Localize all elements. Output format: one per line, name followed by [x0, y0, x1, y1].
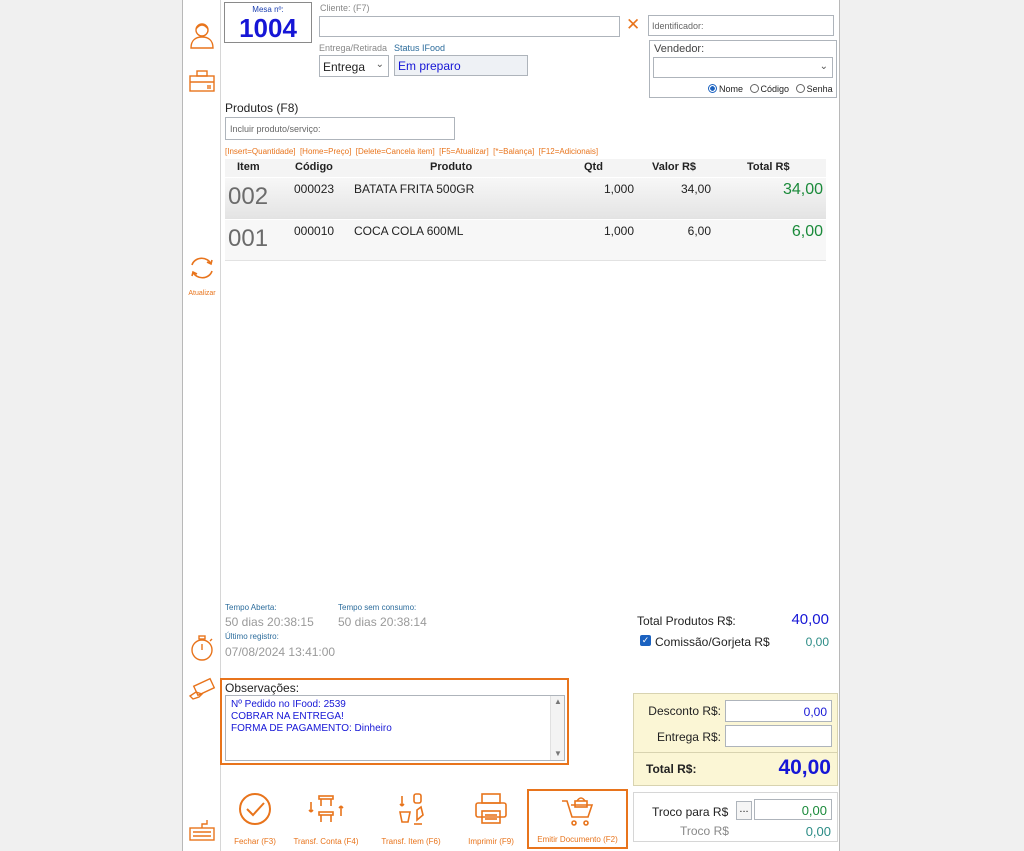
- header-item[interactable]: Item: [237, 161, 260, 173]
- table-row[interactable]: 002 000023 BATATA FRITA 500GR 1,000 34,0…: [225, 178, 826, 219]
- produto-search-placeholder: Incluir produto/serviço:: [230, 124, 321, 134]
- troco-label: Troco R$: [680, 824, 729, 838]
- row-codigo: 000010: [294, 224, 335, 238]
- status-ifood-value: Em preparo: [398, 59, 461, 73]
- customer-icon[interactable]: [187, 20, 217, 50]
- radio-off-icon: [749, 84, 759, 93]
- row-produto: BATATA FRITA 500GR: [354, 182, 475, 196]
- header-produto[interactable]: Produto: [430, 161, 472, 173]
- check-circle-icon: [239, 793, 271, 825]
- imprimir-button[interactable]: Imprimir (F9): [453, 786, 529, 846]
- row-valor: 34,00: [680, 182, 711, 196]
- refresh-label[interactable]: Atualizar: [183, 290, 221, 297]
- row-qtd: 1,000: [603, 224, 634, 238]
- mesa-box: Mesa nº: 1004: [224, 2, 312, 43]
- cash-register-icon[interactable]: [187, 66, 217, 96]
- cliente-label: Cliente: (F7): [320, 3, 370, 13]
- printer-icon: [475, 793, 507, 824]
- tempo-sem-consumo-label: Tempo sem consumo:: [338, 603, 417, 612]
- sidebar: Atualizar: [183, 0, 221, 851]
- comissao-label: Comissão/Gorjeta R$: [655, 635, 770, 649]
- header-total[interactable]: Total R$: [747, 161, 790, 173]
- radio-off-icon: [795, 84, 805, 93]
- cliente-input[interactable]: [319, 16, 620, 37]
- observacoes-scrollbar[interactable]: ▲ ▼: [550, 696, 564, 760]
- tempo-aberta-value: 50 dias 20:38:15: [225, 615, 314, 629]
- troco-para-label: Troco para R$: [652, 805, 729, 819]
- radio-senha[interactable]: Senha: [795, 84, 833, 94]
- header-qtd[interactable]: Qtd: [584, 161, 603, 173]
- mesa-number: 1004: [239, 13, 297, 43]
- entrega-label: Entrega R$:: [656, 730, 721, 744]
- scroll-down-icon[interactable]: ▼: [554, 749, 562, 758]
- scroll-up-icon[interactable]: ▲: [554, 697, 562, 706]
- tempo-sem-consumo-value: 50 dias 20:38:14: [338, 615, 427, 629]
- entrega-input[interactable]: [725, 725, 832, 747]
- entrega-retirada-label: Entrega/Retirada: [319, 43, 388, 53]
- total-produtos-value: 40,00: [791, 611, 829, 628]
- status-ifood-field: Em preparo: [394, 55, 528, 76]
- grid-header: Item Código Produto Qtd Valor R$ Total R…: [225, 159, 826, 177]
- chevron-down-icon: ⌄: [375, 59, 384, 70]
- stopwatch-icon[interactable]: [187, 633, 217, 663]
- row-total: 6,00: [791, 223, 823, 240]
- header-codigo[interactable]: Código: [295, 161, 333, 173]
- row-valor: 6,00: [687, 224, 711, 238]
- row-qtd: 1,000: [603, 182, 634, 196]
- vendedor-label: Vendedor:: [654, 43, 705, 55]
- troco-value: 0,00: [805, 824, 831, 839]
- table-transfer-icon: [308, 795, 344, 822]
- desconto-label: Desconto R$:: [648, 704, 721, 718]
- observacoes-textarea[interactable]: Nº Pedido no IFood: 2539 COBRAR NA ENTRE…: [225, 695, 565, 761]
- transf-item-button[interactable]: Transf. Item (F6): [373, 786, 449, 846]
- total-label: Total R$:: [646, 762, 697, 776]
- observacoes-label: Observações:: [225, 681, 300, 695]
- troco-para-button[interactable]: ...: [736, 801, 752, 820]
- payment-icon[interactable]: [187, 676, 217, 706]
- tempo-aberta-label: Tempo Aberta:: [225, 603, 277, 612]
- totals-panel: Desconto R$: 0,00 Entrega R$: Total R$: …: [633, 693, 838, 786]
- radio-codigo[interactable]: Código: [749, 84, 789, 94]
- chevron-down-icon: ⌄: [819, 61, 828, 72]
- row-item: 001: [228, 225, 269, 252]
- shortcuts-hint: [Insert=Quantidade] [Home=Preço] [Delete…: [225, 147, 599, 156]
- comissao-value: 0,00: [805, 635, 829, 649]
- radio-on-icon: [708, 84, 717, 93]
- row-total: 34,00: [782, 181, 823, 198]
- vendedor-select[interactable]: ⌄: [653, 57, 833, 78]
- divider: [634, 752, 837, 753]
- total-produtos-label: Total Produtos R$:: [637, 614, 736, 628]
- observacoes-box: Observações: Nº Pedido no IFood: 2539 CO…: [220, 678, 569, 765]
- refresh-icon[interactable]: [187, 253, 217, 283]
- comissao-checkbox[interactable]: ✓: [640, 635, 651, 646]
- produtos-title: Produtos (F8): [225, 101, 299, 115]
- desconto-input[interactable]: 0,00: [725, 700, 832, 722]
- vendedor-radios: Nome Código Senha: [708, 84, 833, 94]
- item-transfer-icon: [399, 793, 424, 825]
- troco-para-input[interactable]: 0,00: [754, 799, 832, 820]
- total-value: 40,00: [778, 756, 831, 779]
- header-valor[interactable]: Valor R$: [652, 161, 696, 173]
- row-item: 002: [228, 183, 269, 210]
- identificador-input[interactable]: Identificador:: [648, 15, 834, 36]
- identificador-placeholder: Identificador:: [652, 21, 704, 31]
- troco-panel: Troco para R$ ... 0,00 Troco R$ 0,00: [633, 792, 838, 842]
- clear-cliente-icon[interactable]: ✕: [626, 15, 640, 35]
- ultimo-registro-value: 07/08/2024 13:41:00: [225, 645, 336, 659]
- vendedor-group: Vendedor: ⌄ Nome Código Senha: [649, 40, 837, 98]
- row-produto: COCA COLA 600ML: [354, 224, 464, 238]
- emitir-documento-button[interactable]: Emitir Documento (F2): [527, 789, 628, 849]
- entrega-select[interactable]: Entrega ⌄: [319, 55, 389, 77]
- ultimo-registro-label: Último registro:: [225, 632, 279, 641]
- table-row[interactable]: 001 000010 COCA COLA 600ML 1,000 6,00 6,…: [225, 220, 826, 261]
- cart-icon: [562, 797, 594, 826]
- row-codigo: 000023: [294, 182, 335, 196]
- produto-search-input[interactable]: Incluir produto/serviço:: [225, 117, 455, 140]
- entrega-select-value: Entrega: [323, 60, 366, 74]
- transf-conta-button[interactable]: Transf. Conta (F4): [288, 786, 364, 846]
- status-ifood-label: Status IFood: [394, 43, 446, 53]
- radio-nome[interactable]: Nome: [708, 84, 743, 94]
